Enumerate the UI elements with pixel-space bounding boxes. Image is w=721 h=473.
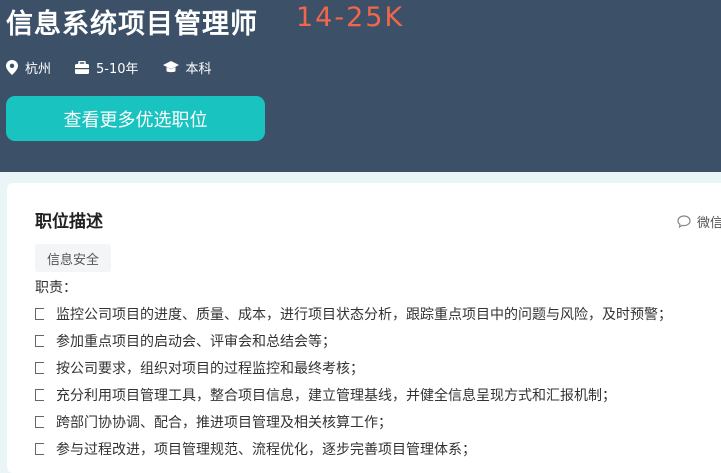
chat-bubble-icon (677, 215, 691, 228)
bullet-icon (35, 443, 44, 455)
bullet-icon (35, 416, 44, 428)
salary-range: 14-25K (296, 2, 405, 33)
bullet-icon (35, 362, 44, 374)
view-more-jobs-button[interactable]: 查看更多优选职位 (6, 96, 265, 141)
skill-tag: 信息安全 (35, 244, 112, 272)
share-label: 微信 (697, 216, 721, 231)
job-description-card: 职位描述 微信 信息安全 职责： 监控公司项目的进度、质量、成本，进行项目状态分… (7, 183, 721, 473)
job-meta: 杭州 5-10年 本科 (6, 57, 236, 77)
share-wechat-button[interactable]: 微信 (677, 212, 721, 231)
list-item: 充分利用项目管理工具，整合项目信息，建立管理基线，并健全信息呈现方式和汇报机制； (35, 383, 721, 410)
education-text: 本科 (185, 61, 212, 77)
bullet-icon (35, 308, 44, 320)
experience-text: 5-10年 (96, 61, 139, 77)
list-item: 参与过程改进，项目管理规范、流程优化，逐步完善项目管理体系； (35, 437, 721, 464)
job-title: 信息系统项目管理师 (6, 9, 258, 40)
list-item: 监控公司项目的进度、质量、成本，进行项目状态分析，跟踪重点项目中的问题与风险，及… (35, 302, 721, 329)
description-heading: 职责： (35, 280, 77, 296)
list-item: 按公司要求，组织对项目的过程监控和最终考核； (35, 356, 721, 383)
job-education: 本科 (162, 58, 212, 77)
location-pin-icon (6, 59, 18, 75)
job-header: 信息系统项目管理师 14-25K 杭州 5-10年 本科 查看更多优选职位 (0, 0, 721, 172)
briefcase-icon (75, 60, 90, 74)
list-item: 参加重点项目的启动会、评审会和总结会等； (35, 329, 721, 356)
location-text: 杭州 (25, 61, 52, 77)
list-item: 跨部门协协调、配合，推进项目管理及相关核算工作； (35, 410, 721, 437)
job-experience: 5-10年 (75, 58, 139, 77)
graduation-cap-icon (162, 60, 179, 72)
bullet-icon (35, 389, 44, 401)
section-title: 职位描述 (35, 212, 103, 232)
job-location: 杭州 (6, 58, 51, 77)
job-description-text: 职责： 监控公司项目的进度、质量、成本，进行项目状态分析，跟踪重点项目中的问题与… (35, 275, 721, 464)
bullet-icon (35, 335, 44, 347)
